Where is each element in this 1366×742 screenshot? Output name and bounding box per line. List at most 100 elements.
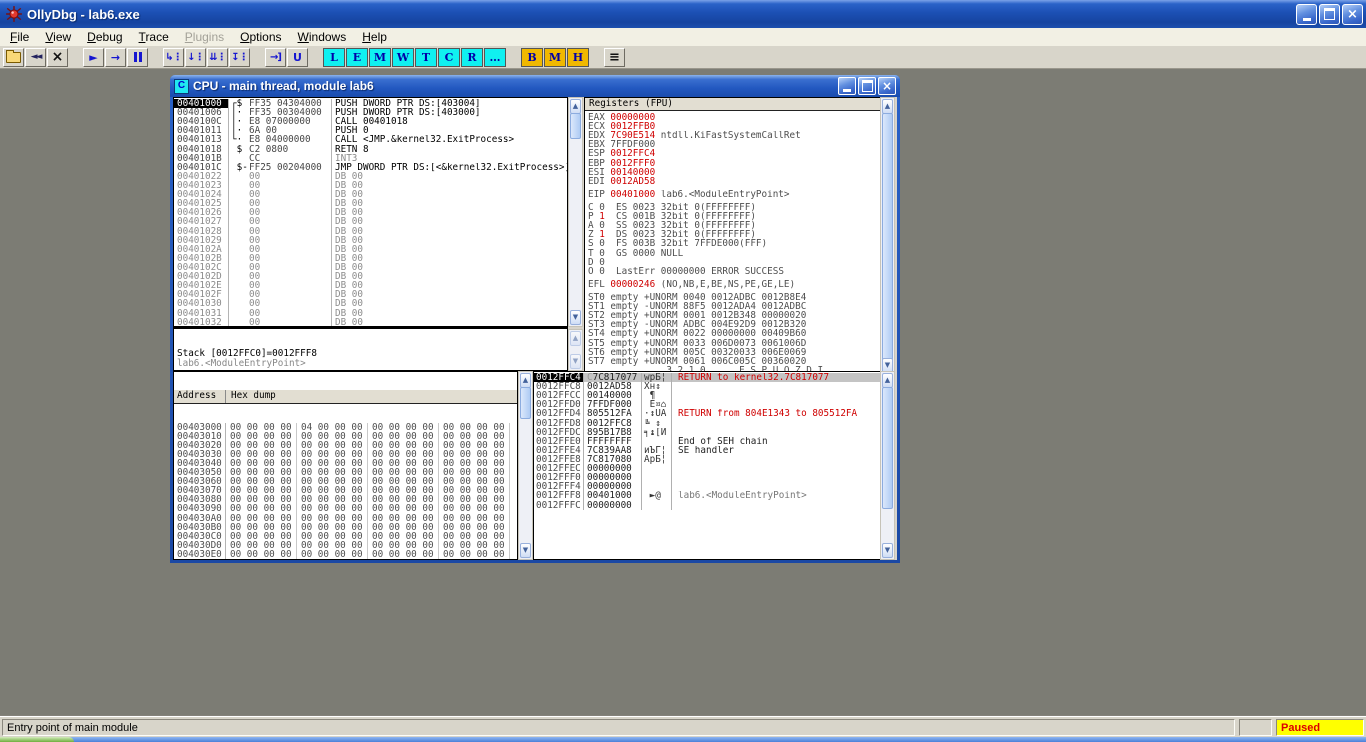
disasm-row[interactable]: 00401023 00 DB 00 — [174, 181, 567, 190]
info-scrollbar[interactable] — [568, 329, 583, 371]
start-button-sliver[interactable] — [0, 737, 74, 742]
scroll-thumb[interactable] — [882, 387, 893, 509]
cpu-titlebar[interactable]: C CPU - main thread, module lab6 × — [170, 75, 900, 97]
run-button[interactable]: ► — [83, 47, 104, 67]
register-line[interactable]: ECX 0012FFB0 — [585, 122, 879, 131]
register-line[interactable]: S 0 FS 003B 32bit 7FFDE000(FFF) — [585, 239, 879, 248]
hexdump-row[interactable]: 004030F0 00 00 00 00 00 00 00 00 00 00 00 0… — [177, 559, 505, 560]
disasm-row[interactable]: 0040102A 00 DB 00 — [174, 245, 567, 254]
step-into-button[interactable]: ↳⋮ — [163, 47, 184, 67]
disasm-row[interactable]: 00401027 00 DB 00 — [174, 217, 567, 226]
info-pane[interactable]: Stack [0012FFC0]=0012FFF8 [00403004]=4 l… — [173, 327, 568, 371]
disasm-row[interactable]: 00401006 │· FF35 00304000 PUSH DWORD PTR DS… — [174, 108, 567, 117]
disassembly-pane[interactable]: 00401000 ┌$ FF35 04304000 PUSH DWORD PTR DS… — [173, 97, 568, 327]
stack-row[interactable]: 0012FFFC 00000000 — [534, 500, 894, 510]
scroll-thumb[interactable] — [882, 113, 893, 361]
view-breakpoints-button[interactable]: B — [521, 47, 543, 67]
execute-till-return-button[interactable]: →] — [265, 47, 286, 67]
window-titlebar[interactable]: OllyDbg - lab6.exe × — [0, 0, 1366, 28]
register-line[interactable]: EBP 0012FFF0 — [585, 159, 879, 168]
trace-into-button[interactable]: ⇊⋮ — [207, 47, 228, 67]
menu-windows[interactable]: Windows — [290, 29, 355, 45]
register-line[interactable]: ST6 empty +UNORM 005C 00320033 006E0069 — [585, 348, 879, 357]
scroll-up-button[interactable] — [882, 99, 893, 114]
disasm-row[interactable]: 00401011 │· 6A 00 PUSH 0 — [174, 126, 567, 135]
disasm-row[interactable]: 0040102E 00 DB 00 — [174, 281, 567, 290]
view-hardware-breakpoints-button[interactable]: H — [567, 47, 589, 67]
register-line[interactable]: ESP 0012FFC4 — [585, 149, 879, 158]
registers-scrollbar[interactable] — [880, 97, 895, 375]
disasm-row[interactable]: 00401026 00 DB 00 — [174, 208, 567, 217]
stack-pane[interactable]: 0012FFC4 C7C817077 wpБ¦ RETURN to kernel32.… — [533, 371, 895, 560]
step-over-button[interactable]: ↓⋮ — [185, 47, 206, 67]
disasm-row[interactable]: 00401032 00 DB 00 — [174, 317, 567, 326]
disasm-row[interactable]: 0040102F 00 DB 00 — [174, 290, 567, 299]
scroll-down-button[interactable] — [570, 310, 581, 325]
registers-pane[interactable]: Registers (FPU) EAX 00000000 ECX 0012FFB0… — [584, 97, 895, 375]
scroll-up-button[interactable] — [570, 331, 581, 346]
disasm-row[interactable]: 0040102D 00 DB 00 — [174, 272, 567, 281]
close-program-button[interactable]: × — [47, 47, 68, 67]
view-windows-button[interactable]: W — [392, 47, 414, 67]
disasm-row[interactable]: 00401022 00 DB 00 — [174, 172, 567, 181]
view-log-button[interactable]: L — [323, 47, 345, 67]
disasm-row[interactable]: 00401018 $ C2 0800 RETN 8 — [174, 144, 567, 153]
view-memory-button[interactable]: M — [369, 47, 391, 67]
disasm-row[interactable]: 00401024 00 DB 00 — [174, 190, 567, 199]
disasm-row[interactable]: 0040101C $- FF25 00204000 JMP DWORD PTR DS… — [174, 163, 567, 172]
view-memory-breakpoints-button[interactable]: M — [544, 47, 566, 67]
register-line[interactable]: D 0 — [585, 258, 879, 267]
register-line[interactable]: A 0 SS 0023 32bit 0(FFFFFFFF) — [585, 221, 879, 230]
hexdump-scrollbar[interactable] — [518, 371, 533, 560]
register-line[interactable]: P 1 CS 001B 32bit 0(FFFFFFFF) — [585, 212, 879, 221]
disasm-row[interactable]: 0040102B 00 DB 00 — [174, 254, 567, 263]
close-button[interactable]: × — [1342, 3, 1363, 25]
scroll-down-button[interactable] — [882, 543, 893, 558]
scroll-up-button[interactable] — [570, 99, 581, 114]
register-line[interactable]: EAX 00000000 — [585, 113, 879, 122]
open-file-button[interactable] — [3, 47, 24, 67]
register-line[interactable]: C 0 ES 0023 32bit 0(FFFFFFFF) — [585, 203, 879, 212]
disasm-row[interactable]: 0040101B CC INT3 — [174, 153, 567, 162]
disasm-row[interactable]: 00401030 00 DB 00 — [174, 299, 567, 308]
minimize-button[interactable] — [1296, 3, 1317, 25]
register-line[interactable]: ST3 empty -UNORM ADBC 004E92D9 0012B320 — [585, 320, 879, 329]
register-line[interactable]: ST5 empty +UNORM 0033 006D0073 0061006D — [585, 339, 879, 348]
register-line[interactable]: ST4 empty +UNORM 0022 00000000 00409B60 — [585, 329, 879, 338]
register-line[interactable]: T 0 GS 0000 NULL — [585, 249, 879, 258]
register-line[interactable]: ST0 empty +UNORM 0040 0012ADBC 0012B8E4 — [585, 293, 879, 302]
dump-header-hex[interactable]: Hex dump — [226, 390, 517, 403]
menu-view[interactable]: View — [37, 29, 79, 45]
view-threads-button[interactable]: T — [415, 47, 437, 67]
cpu-maximize-button[interactable] — [858, 77, 876, 95]
menu-trace[interactable]: Trace — [131, 29, 177, 45]
scroll-down-button[interactable] — [570, 354, 581, 369]
scroll-up-button[interactable] — [520, 373, 531, 388]
scroll-thumb[interactable] — [570, 113, 581, 139]
disasm-row[interactable]: 00401031 00 DB 00 — [174, 308, 567, 317]
run-trace-button[interactable]: → — [105, 47, 126, 67]
view-executables-button[interactable]: E — [346, 47, 368, 67]
menu-options[interactable]: Options — [232, 29, 289, 45]
register-line[interactable]: ST1 empty -UNORM 88F5 0012ADA4 0012ADBC — [585, 302, 879, 311]
register-line[interactable]: EDX 7C90E514 ntdll.KiFastSystemCallRet — [585, 131, 879, 140]
disasm-row[interactable]: 00401013 └· E8 04000000 CALL <JMP.&kernel32… — [174, 135, 567, 144]
register-line[interactable]: ST2 empty +UNORM 0001 0012B348 00000020 — [585, 311, 879, 320]
scroll-up-button[interactable] — [882, 373, 893, 388]
scroll-thumb[interactable] — [520, 387, 531, 419]
register-line[interactable]: ESI 00140000 — [585, 168, 879, 177]
view-run-trace-button[interactable]: R — [461, 47, 483, 67]
more-views-button[interactable]: … — [484, 47, 506, 67]
disasm-row[interactable]: 00401028 00 DB 00 — [174, 226, 567, 235]
dump-header-address[interactable]: Address — [174, 390, 226, 404]
register-line[interactable]: O 0 LastErr 00000000 ERROR_SUCCESS — [585, 267, 879, 276]
windows-list-button[interactable]: ≡ — [604, 47, 625, 67]
register-line[interactable]: Z 1 DS 0023 32bit 0(FFFFFFFF) — [585, 230, 879, 239]
register-line[interactable]: EDI 0012AD58 — [585, 177, 879, 186]
cpu-minimize-button[interactable] — [838, 77, 856, 95]
disasm-row[interactable]: 0040100C │· E8 07000000 CALL 00401018 — [174, 117, 567, 126]
menu-debug[interactable]: Debug — [79, 29, 130, 45]
disasm-row[interactable]: 00401025 00 DB 00 — [174, 199, 567, 208]
scroll-down-button[interactable] — [520, 543, 531, 558]
disasm-row[interactable]: 00401000 ┌$ FF35 04304000 PUSH DWORD PTR DS… — [174, 99, 567, 108]
